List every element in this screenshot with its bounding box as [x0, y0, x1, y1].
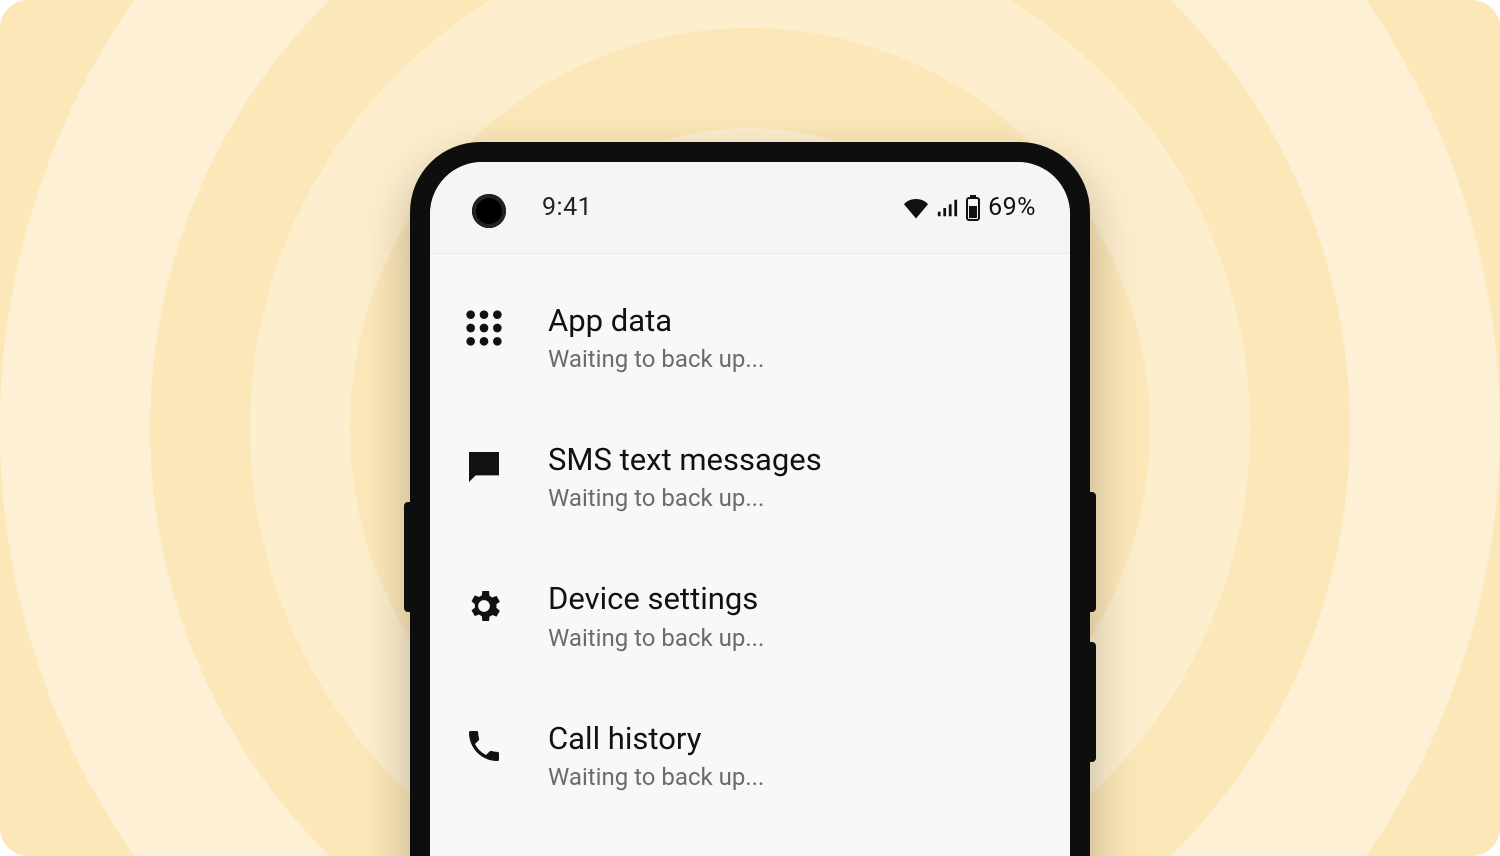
phone-volume-down: [1090, 642, 1096, 762]
status-bar: 9:41: [430, 162, 1070, 254]
battery-icon: [966, 195, 980, 221]
phone-power-button: [404, 502, 410, 612]
battery-percent: 69%: [988, 193, 1036, 222]
phone-icon: [464, 720, 536, 766]
list-item-app-data[interactable]: App data Waiting to back up...: [430, 276, 1070, 415]
list-item-title: SMS text messages: [548, 441, 1040, 478]
phone-frame: 9:41: [410, 142, 1090, 856]
punch-hole-camera: [472, 194, 506, 228]
list-item-device-settings[interactable]: Device settings Waiting to back up...: [430, 554, 1070, 693]
gear-icon: [464, 580, 536, 626]
apps-grid-icon: [464, 302, 536, 348]
list-item-title: App data: [548, 302, 1040, 339]
list-item-subtitle: Waiting to back up...: [548, 763, 1040, 791]
wifi-icon: [904, 196, 928, 220]
list-item-title: Device settings: [548, 580, 1040, 617]
status-time: 9:41: [542, 193, 592, 222]
backup-list: App data Waiting to back up... SMS text …: [430, 254, 1070, 856]
cellular-signal-icon: [936, 197, 958, 219]
list-item-subtitle: Waiting to back up...: [548, 624, 1040, 652]
phone-volume-up: [1090, 492, 1096, 612]
status-icons: 69%: [904, 193, 1036, 222]
list-item-sms[interactable]: SMS text messages Waiting to back up...: [430, 415, 1070, 554]
phone-screen: 9:41: [430, 162, 1070, 856]
message-icon: [464, 441, 536, 487]
list-item-subtitle: Waiting to back up...: [548, 484, 1040, 512]
list-item-call-history[interactable]: Call history Waiting to back up...: [430, 694, 1070, 833]
hero-stage: 9:41: [0, 0, 1500, 856]
list-item-title: Call history: [548, 720, 1040, 757]
list-item-subtitle: Waiting to back up...: [548, 345, 1040, 373]
